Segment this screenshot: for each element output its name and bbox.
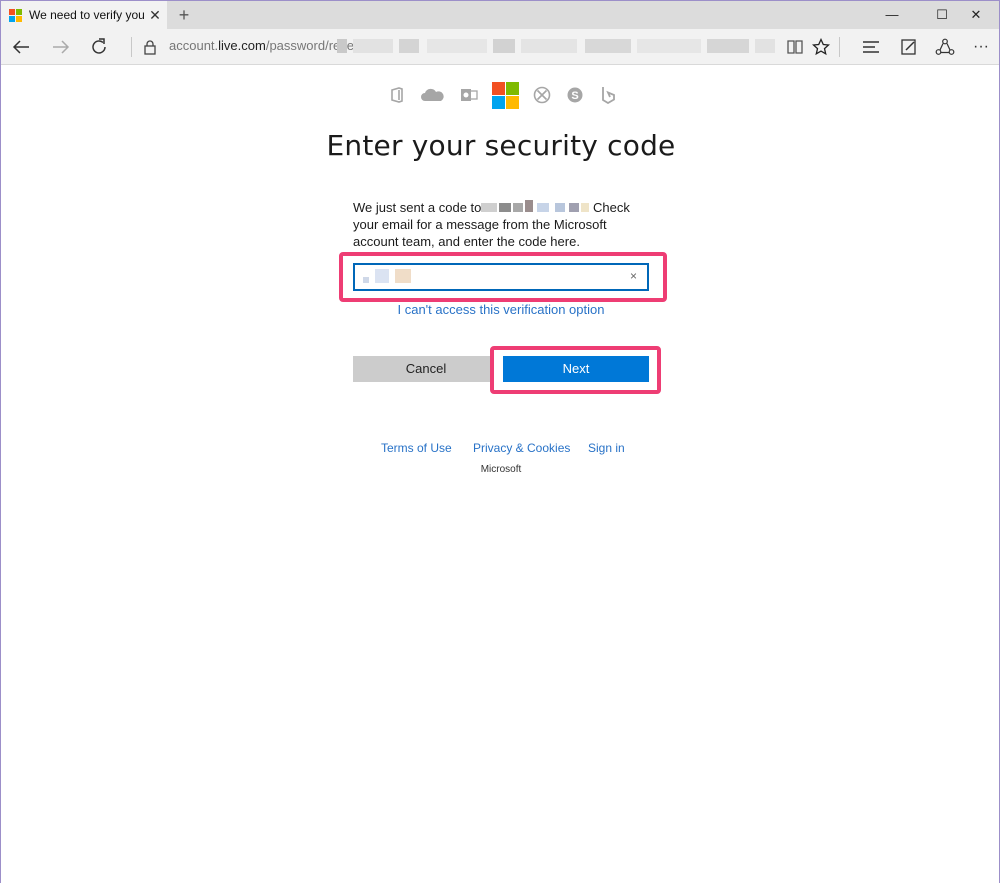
url-text[interactable]: account.live.com/password/reset xyxy=(169,38,358,53)
svg-text:S: S xyxy=(571,90,578,102)
microsoft-favicon-icon xyxy=(9,9,22,22)
tab-bar: We need to verify your i ✕ + — ☐ ✕ xyxy=(1,1,999,29)
tab-title: We need to verify your i xyxy=(29,8,145,22)
footer-brand: Microsoft xyxy=(480,464,522,475)
refresh-button[interactable] xyxy=(85,33,113,61)
instruction-text-part1: We just sent a code to xyxy=(353,200,482,215)
web-note-icon[interactable] xyxy=(895,33,923,61)
bing-icon xyxy=(598,85,618,105)
forward-arrow-icon xyxy=(53,40,70,54)
instruction-text: We just sent a code to Check your email … xyxy=(353,199,653,250)
more-options-icon[interactable]: ··· xyxy=(967,33,995,61)
skype-icon: S xyxy=(565,85,585,105)
divider xyxy=(131,37,132,57)
forward-button[interactable] xyxy=(47,33,75,61)
cancel-button[interactable]: Cancel xyxy=(353,356,499,382)
next-button[interactable]: Next xyxy=(503,356,649,382)
share-icon[interactable] xyxy=(931,33,959,61)
tab-close-icon[interactable]: ✕ xyxy=(147,7,163,23)
address-bar-row: account.live.com/password/reset ··· xyxy=(1,29,999,65)
close-window-button[interactable]: ✕ xyxy=(953,1,999,29)
page-title: Enter your security code xyxy=(326,129,676,162)
outlook-icon xyxy=(459,85,479,105)
onedrive-icon xyxy=(420,85,446,105)
privacy-link[interactable]: Privacy & Cookies xyxy=(473,441,570,455)
office-icon xyxy=(387,85,407,105)
xbox-icon xyxy=(532,85,552,105)
signin-link[interactable]: Sign in xyxy=(588,441,625,455)
terms-link[interactable]: Terms of Use xyxy=(381,441,452,455)
favorite-star-icon[interactable] xyxy=(807,33,835,61)
clear-input-icon[interactable]: × xyxy=(630,269,637,283)
lock-icon xyxy=(136,33,164,61)
reading-view-icon[interactable] xyxy=(781,33,809,61)
new-tab-button[interactable]: + xyxy=(173,4,195,26)
active-tab[interactable]: We need to verify your i ✕ xyxy=(1,1,167,29)
security-code-input[interactable]: × xyxy=(353,263,649,291)
cant-access-link[interactable]: I can't access this verification option xyxy=(1,302,1000,317)
microsoft-logo xyxy=(492,81,519,109)
page-content: S Enter your security code We just sent … xyxy=(1,65,999,883)
divider xyxy=(839,37,840,57)
back-button[interactable] xyxy=(7,33,35,61)
product-icons-row: S xyxy=(387,81,631,109)
minimize-button[interactable]: — xyxy=(869,1,915,29)
browser-window: We need to verify your i ✕ + — ☐ ✕ accou… xyxy=(0,0,1000,883)
hub-menu-icon[interactable] xyxy=(857,33,885,61)
refresh-icon xyxy=(92,38,106,54)
back-arrow-icon xyxy=(12,40,29,54)
redacted-email xyxy=(481,200,590,214)
